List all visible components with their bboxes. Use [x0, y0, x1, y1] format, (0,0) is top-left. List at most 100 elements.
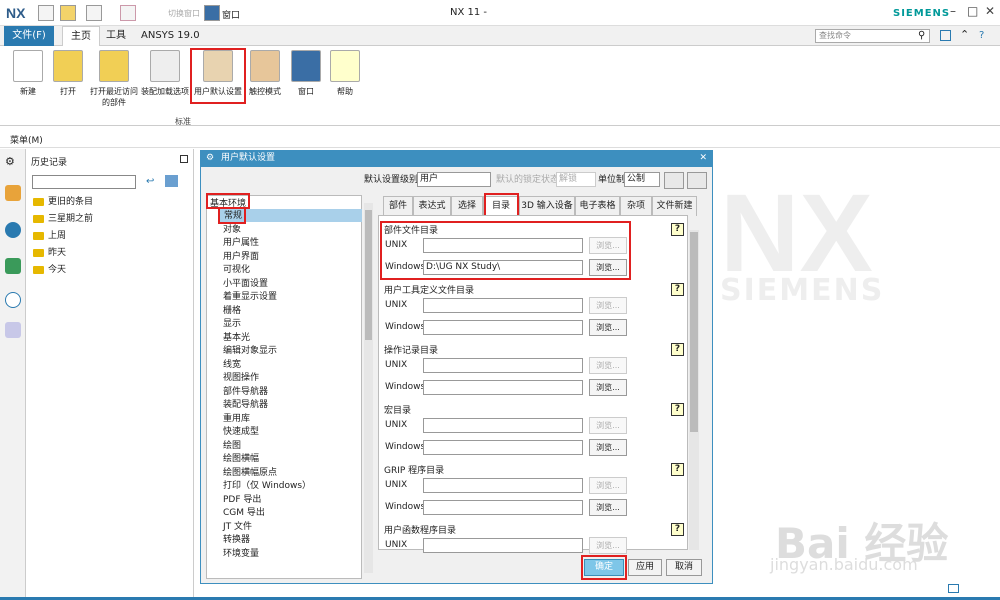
unit-select[interactable]: 公制 [624, 172, 660, 187]
new-file-icon[interactable] [38, 5, 54, 21]
windows-path-input[interactable] [423, 500, 583, 515]
panel-scroll-thumb[interactable] [690, 232, 698, 432]
tab-spreadsheet[interactable]: 电子表格 [575, 196, 620, 216]
tree-item[interactable]: 转换器 [223, 534, 250, 547]
tree-item[interactable]: 绘图横幅 [223, 453, 259, 466]
unix-path-input[interactable] [423, 538, 583, 553]
help-icon[interactable]: ? [671, 403, 684, 416]
open-folder-icon[interactable] [60, 5, 76, 21]
web-icon[interactable] [5, 258, 21, 274]
close-icon[interactable]: ✕ [985, 4, 995, 18]
help-icon[interactable]: ? [671, 223, 684, 236]
panel-icon[interactable] [940, 30, 951, 41]
windows-path-input[interactable] [423, 320, 583, 335]
tree-item[interactable]: 重用库 [223, 413, 250, 426]
open-recent-button[interactable]: 打开最近访问的部件 [90, 50, 138, 108]
unix-browse-button[interactable]: 浏览... [589, 477, 627, 494]
dialog-close-icon[interactable]: ✕ [699, 150, 707, 167]
part-navigator-icon[interactable] [5, 185, 21, 201]
tree-item[interactable]: 可视化 [223, 264, 250, 277]
unix-browse-button[interactable]: 浏览... [589, 417, 627, 434]
windows-path-input[interactable] [423, 440, 583, 455]
tab-misc[interactable]: 杂项 [620, 196, 652, 216]
windows-browse-button[interactable]: 浏览... [589, 499, 627, 516]
undo-icon[interactable] [120, 5, 136, 21]
tree-item[interactable]: 快速成型 [223, 426, 259, 439]
search-icon[interactable]: ⚲ [918, 30, 925, 41]
windows-browse-button[interactable]: 浏览... [589, 439, 627, 456]
cancel-button[interactable]: 取消 [666, 559, 702, 576]
touch-mode-button[interactable]: 触控模式 [245, 50, 285, 97]
import-icon[interactable] [664, 172, 684, 189]
command-search-input[interactable]: 查找命令 [815, 29, 930, 43]
unix-browse-button[interactable]: 浏览... [589, 537, 627, 554]
tab-ansys[interactable]: ANSYS 19.0 [133, 26, 208, 46]
open-button[interactable]: 打开 [48, 50, 88, 97]
minimize-icon[interactable]: – [950, 4, 956, 18]
image-view-icon[interactable] [165, 175, 178, 187]
unix-path-input[interactable] [423, 478, 583, 493]
tree-item[interactable]: 环境变量 [223, 548, 259, 561]
tree-item[interactable]: 用户属性 [223, 237, 259, 250]
tab-expression[interactable]: 表达式 [413, 196, 451, 216]
tab-3d-input[interactable]: 3D 输入设备 [519, 196, 575, 216]
window-icon[interactable] [204, 5, 220, 21]
tab-home[interactable]: 主页 [62, 26, 100, 46]
tree-item[interactable]: 打印（仅 Windows） [223, 480, 311, 493]
history-item[interactable]: 昨天 [33, 246, 66, 262]
unix-browse-button[interactable]: 浏览... [589, 297, 627, 314]
roles-icon[interactable] [5, 322, 21, 338]
tree-item[interactable]: 绘图横幅原点 [223, 467, 277, 480]
window-button[interactable]: 窗口 [286, 50, 326, 97]
tree-item[interactable]: 用户界面 [223, 251, 259, 264]
back-arrow-icon[interactable]: ↩ [146, 176, 154, 187]
settings-gear-icon[interactable]: ⚙ [5, 155, 21, 171]
tree-item[interactable]: 部件导航器 [223, 386, 268, 399]
tree-item[interactable]: 绘图 [223, 440, 241, 453]
tab-selection[interactable]: 选择 [451, 196, 483, 216]
help-icon[interactable]: ? [671, 283, 684, 296]
menu-button[interactable]: 菜单(M) [10, 133, 43, 146]
tree-item[interactable]: 对象 [223, 224, 241, 237]
user-icon[interactable] [86, 5, 102, 21]
assembly-load-options-button[interactable]: 装配加载选项 [140, 50, 190, 97]
info-icon[interactable] [5, 222, 21, 238]
tree-item[interactable]: CGM 导出 [223, 507, 265, 520]
tree-item[interactable]: 装配导航器 [223, 399, 268, 412]
chevron-up-icon[interactable]: ⌃ [960, 28, 969, 41]
unix-path-input[interactable] [423, 298, 583, 313]
tab-tools[interactable]: 工具 [98, 26, 134, 46]
tree-item[interactable]: 线宽 [223, 359, 241, 372]
history-item[interactable]: 三星期之前 [33, 212, 93, 228]
tree-item[interactable]: 着重显示设置 [223, 291, 277, 304]
tab-new-file[interactable]: 文件新建 [652, 196, 697, 216]
history-item[interactable]: 更旧的条目 [33, 195, 93, 211]
window-label[interactable]: 窗口 [222, 8, 240, 21]
windows-path-input[interactable] [423, 380, 583, 395]
tree-item[interactable]: 常规 [224, 210, 242, 223]
maximize-panel-icon[interactable] [180, 155, 188, 163]
help-icon[interactable]: ? [671, 523, 684, 536]
apply-button[interactable]: 应用 [628, 559, 662, 576]
tree-item[interactable]: 编辑对象显示 [223, 345, 277, 358]
tree-item[interactable]: 基本光 [223, 332, 250, 345]
lock-state-select[interactable]: 解锁 [556, 172, 596, 187]
help-icon[interactable]: ? [979, 30, 984, 41]
windows-browse-button[interactable]: 浏览... [589, 379, 627, 396]
unix-path-input[interactable] [423, 358, 583, 373]
history-item[interactable]: 上周 [33, 229, 66, 245]
tree-scroll-thumb[interactable] [365, 210, 372, 340]
tree-item[interactable]: 小平面设置 [223, 278, 268, 291]
level-select[interactable]: 用户 [417, 172, 491, 187]
status-icon[interactable] [948, 584, 959, 593]
tree-item[interactable]: 视图操作 [223, 372, 259, 385]
history-item[interactable]: 今天 [33, 263, 66, 279]
unix-browse-button[interactable]: 浏览... [589, 357, 627, 374]
history-clock-icon[interactable] [5, 292, 21, 308]
tree-item[interactable]: JT 文件 [223, 521, 252, 534]
tree-item[interactable]: 显示 [223, 318, 241, 331]
new-button[interactable]: 新建 [8, 50, 48, 97]
unix-path-input[interactable] [423, 418, 583, 433]
help-icon[interactable]: ? [671, 463, 684, 476]
tab-file[interactable]: 文件(F) [4, 26, 54, 46]
